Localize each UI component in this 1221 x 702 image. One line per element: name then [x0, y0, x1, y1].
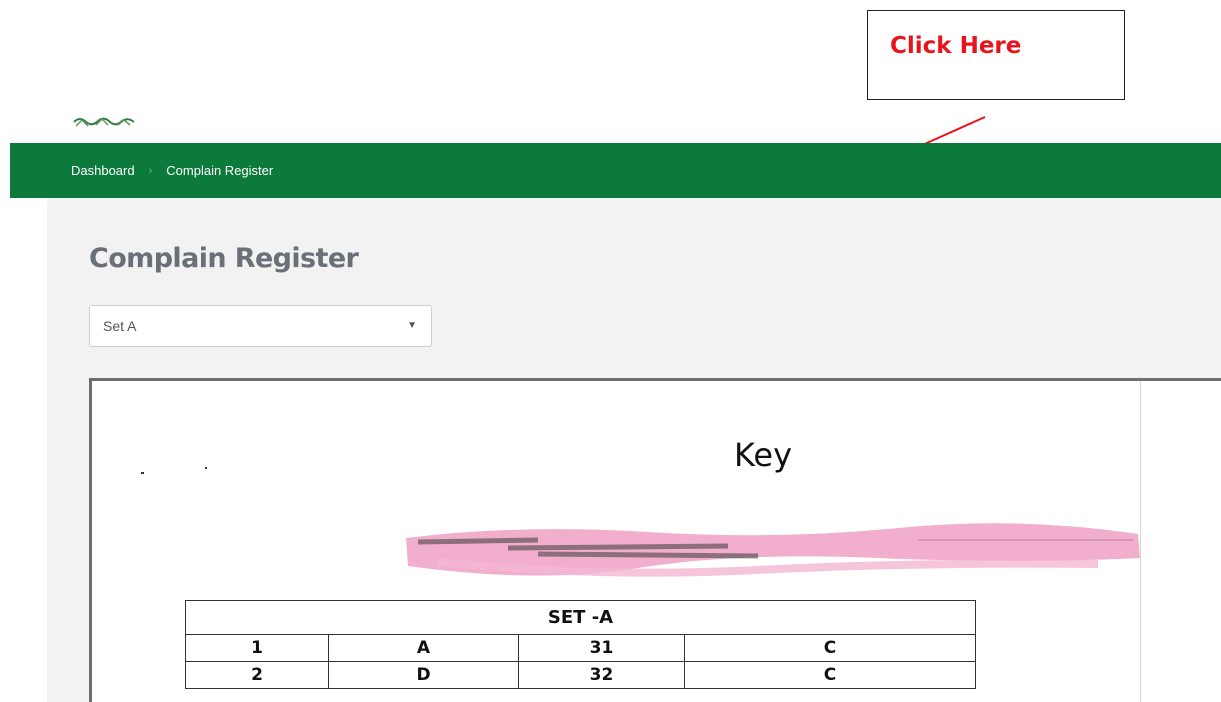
scan-speck — [205, 467, 207, 469]
caret-down-icon: ▼ — [407, 320, 417, 331]
document-title: Key — [734, 436, 793, 474]
logo-fragment — [73, 117, 135, 127]
answer-key-table: SET -A 1 A 31 C 2 D 32 C — [184, 600, 977, 689]
table-cell: 2 — [185, 661, 329, 689]
table-cell: C — [683, 634, 977, 662]
scan-speck — [141, 472, 144, 474]
set-select-dropdown[interactable]: Set A ▼ — [89, 305, 432, 347]
breadcrumb: Dashboard › Complain Register — [71, 163, 273, 178]
redaction-scribble — [406, 523, 1140, 577]
click-here-callout: Click Here — [867, 10, 1125, 100]
table-cell: D — [328, 661, 519, 689]
table-header-row: SET -A — [184, 600, 977, 635]
breadcrumb-current: Complain Register — [166, 163, 274, 178]
table-cell: 31 — [518, 634, 685, 662]
table-cell: 1 — [185, 634, 329, 662]
table-cell: A — [328, 634, 519, 662]
page-title: Complain Register — [89, 243, 359, 274]
breadcrumb-dashboard-link[interactable]: Dashboard — [71, 163, 135, 178]
set-select-value: Set A — [103, 318, 137, 334]
table-cell: 32 — [518, 661, 685, 689]
table-row: 1 A 31 C — [185, 634, 977, 662]
callout-text: Click Here — [890, 33, 1022, 59]
breadcrumb-separator-icon: › — [148, 164, 153, 177]
table-header: SET -A — [184, 600, 977, 635]
table-row: 2 D 32 C — [185, 661, 977, 689]
table-cell: C — [683, 661, 977, 689]
